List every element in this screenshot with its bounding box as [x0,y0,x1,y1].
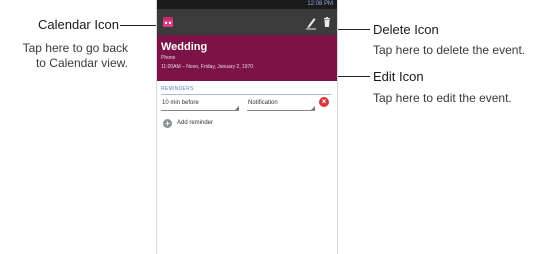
event-calendar-name: Phone [161,55,176,61]
reminder-time-select[interactable]: 10 min before [161,97,239,111]
field-underline [247,110,315,111]
reminder-time-value: 10 min before [162,100,199,106]
edit-icon-callout-title: Edit Icon [373,69,424,84]
calendar-icon[interactable] [161,9,175,35]
action-bar [157,9,337,35]
field-underline [161,110,239,111]
event-title: Wedding [161,41,208,53]
reminders-section-label: REMINDERS [161,86,194,92]
edit-icon-callout-desc: Tap here to edit the event. [373,91,512,105]
calendar-icon-callout-title: Calendar Icon [38,17,119,32]
phone-screen: 12:08 PM Wedding Phone 11:00AM – Noon, F… [156,0,338,254]
reminder-method-select[interactable]: Notification [247,97,315,111]
calendar-icon-callout-desc: Tap here to go back to Calendar view. [0,41,128,71]
calendar-icon-callout-desc-line2: to Calendar view. [35,56,128,70]
pencil-icon[interactable] [305,9,317,35]
remove-reminder-icon[interactable]: × [319,97,329,107]
reminder-method-value: Notification [248,100,278,106]
reminders-divider [161,94,331,95]
delete-icon-callout-title: Delete Icon [373,22,439,37]
trash-icon[interactable] [321,9,333,35]
event-time: 11:00AM – Noon, Friday, January 2, 1970 [161,64,254,70]
event-header: Wedding Phone 11:00AM – Noon, Friday, Ja… [157,35,337,81]
status-time: 12:08 PM [307,1,333,7]
status-bar: 12:08 PM [157,0,337,9]
plus-icon: + [163,119,172,128]
calendar-icon-callout-desc-line1: Tap here to go back [22,41,128,55]
add-reminder-label: Add reminder [177,120,214,126]
delete-icon-callout-desc: Tap here to delete the event. [373,43,526,57]
